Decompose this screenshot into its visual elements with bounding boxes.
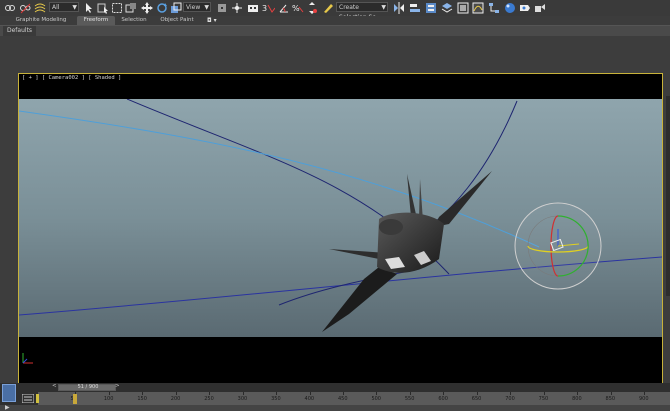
- tab-selection[interactable]: Selection: [118, 16, 150, 25]
- edit-named-selection-icon[interactable]: [321, 1, 334, 14]
- ruler-tick: [142, 392, 144, 395]
- frame-counter: 51 / 900: [77, 384, 99, 390]
- ruler-tick: [644, 392, 645, 395]
- frame-zero-marker: [36, 394, 39, 403]
- chevron-down-icon: ▼: [72, 4, 77, 11]
- select-object-icon[interactable]: [82, 1, 95, 14]
- prev-frame-button[interactable]: <: [52, 383, 57, 389]
- ruler-tick: [476, 392, 478, 395]
- ruler-tick: [577, 392, 579, 395]
- ruler-tick-label: 350: [271, 396, 281, 402]
- ruler-tick-label: 900: [639, 396, 649, 402]
- graphite-toggle-icon[interactable]: [456, 1, 469, 14]
- ribbon-minimize-toggle[interactable]: ◘ ▾: [207, 17, 221, 24]
- ruler-tick: [376, 392, 378, 395]
- ruler-tick: [510, 392, 512, 395]
- select-scale-icon[interactable]: [169, 1, 182, 14]
- select-by-name-icon[interactable]: [96, 1, 109, 14]
- ribbon-tab-bar: Graphite Modeling Tools Freeform Selecti…: [0, 16, 670, 32]
- svg-text:3: 3: [262, 4, 267, 13]
- ruler-tick-label: 750: [538, 396, 549, 402]
- window-crossing-icon[interactable]: [124, 1, 137, 14]
- ruler-tick-label: 300: [237, 396, 248, 402]
- ruler-tick: [409, 392, 411, 395]
- ruler-tick: [309, 392, 311, 395]
- ruler-tick-label: 550: [404, 396, 415, 402]
- track-bar-icon[interactable]: [22, 394, 34, 403]
- scene-explorer-icon[interactable]: [424, 1, 437, 14]
- ruler-tick: [610, 392, 612, 395]
- schematic-view-icon[interactable]: [487, 1, 500, 14]
- pivot-icon[interactable]: [215, 1, 228, 14]
- render-setup-icon[interactable]: [518, 1, 531, 14]
- main-toolbar: All ▼ View ▼ 3 % Create ▼: [0, 0, 670, 21]
- ruler-tick: [276, 392, 278, 395]
- select-manipulate-icon[interactable]: [230, 1, 243, 14]
- keyboard-shortcut-icon[interactable]: [246, 1, 259, 14]
- ruler-tick-label: 450: [338, 396, 348, 402]
- ruler-tick: [343, 392, 344, 395]
- viewport-area: [ + ] [ Camera002 ] [ Shaded ] ▶: [0, 36, 670, 411]
- rect-selection-icon[interactable]: [110, 1, 123, 14]
- ruler-tick: [108, 392, 110, 395]
- time-slider[interactable]: 51 / 900: [58, 384, 116, 391]
- angle-snap-icon[interactable]: [277, 1, 290, 14]
- ruler-tick-label: 100: [103, 396, 114, 402]
- ruler-tick: [209, 392, 211, 395]
- ruler-tick: [242, 392, 244, 395]
- material-editor-icon[interactable]: [503, 1, 516, 14]
- track-bar-ruler[interactable]: 5010015020025030035040045050055060065070…: [38, 392, 670, 405]
- ruler-tick-label: 500: [371, 396, 381, 402]
- ruler-tick: [543, 392, 545, 395]
- bind-space-warp-icon[interactable]: [33, 1, 46, 14]
- mirror-icon[interactable]: [392, 1, 405, 14]
- ruler-tick-label: 850: [605, 396, 616, 402]
- ruler-tick-label: 150: [137, 396, 147, 402]
- mini-curve-editor-button[interactable]: [2, 384, 16, 402]
- layer-explorer-icon[interactable]: [440, 1, 453, 14]
- tab-object-paint[interactable]: Object Paint: [156, 16, 198, 25]
- tab-freeform[interactable]: Freeform: [77, 16, 115, 25]
- chevron-down-icon: ▼: [204, 4, 209, 11]
- viewport-label[interactable]: [ + ] [ Camera002 ] [ Shaded ]: [22, 75, 121, 81]
- ruler-tick-label: 200: [170, 396, 181, 402]
- rotate-gizmo[interactable]: [514, 202, 602, 290]
- camera-viewport[interactable]: [ + ] [ Camera002 ] [ Shaded ]: [18, 73, 663, 391]
- curve-editor-icon[interactable]: [471, 1, 484, 14]
- defaults-panel-label[interactable]: Defaults: [3, 26, 37, 36]
- named-selection-dropdown[interactable]: Create Selection Se▼: [336, 2, 388, 21]
- ruler-tick-label: 250: [204, 396, 214, 402]
- select-move-icon[interactable]: [140, 1, 153, 14]
- select-rotate-icon[interactable]: [155, 1, 168, 14]
- ruler-tick-label: 700: [505, 396, 515, 402]
- percent-snap-icon[interactable]: %: [291, 1, 304, 14]
- next-frame-button[interactable]: >: [115, 383, 120, 389]
- viewport-scene[interactable]: [19, 99, 662, 337]
- reference-coordinate-dropdown[interactable]: View ▼: [183, 2, 211, 12]
- current-frame-marker[interactable]: [73, 394, 77, 404]
- ruler-tick-label: 650: [471, 396, 482, 402]
- render-icon[interactable]: [533, 1, 546, 14]
- chevron-down-icon: ▼: [381, 4, 386, 11]
- spinner-snap-icon[interactable]: [305, 1, 318, 14]
- ruler-tick: [443, 392, 445, 395]
- ruler-tick-label: 600: [438, 396, 448, 402]
- ruler-tick-label: 800: [572, 396, 582, 402]
- play-icon[interactable]: ▶: [5, 404, 10, 411]
- unlink-icon[interactable]: [18, 1, 31, 14]
- align-icon[interactable]: [408, 1, 421, 14]
- axis-tripod-icon: [22, 353, 33, 364]
- ruler-tick: [175, 392, 177, 395]
- viewport-scrollbar[interactable]: [666, 96, 670, 296]
- link-icon[interactable]: [3, 1, 16, 14]
- tab-graphite-modeling-tools[interactable]: Graphite Modeling Tools: [10, 16, 72, 32]
- selection-filter-dropdown[interactable]: All ▼: [49, 2, 79, 12]
- svg-text:%: %: [292, 4, 300, 13]
- snap-3d-icon[interactable]: 3: [262, 1, 275, 14]
- ruler-tick-label: 400: [304, 396, 315, 402]
